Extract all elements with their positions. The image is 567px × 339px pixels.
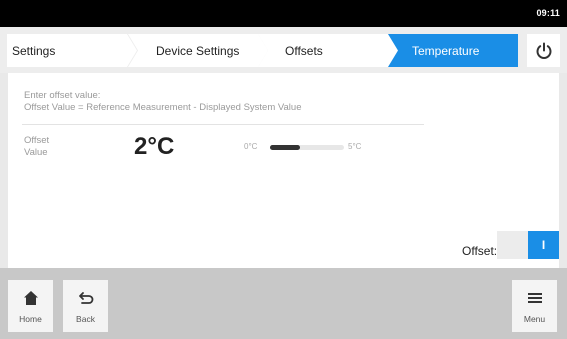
breadcrumb-device-settings[interactable]: Device Settings: [128, 34, 268, 67]
home-icon: [23, 289, 39, 307]
back-arrow-icon: [78, 289, 94, 307]
power-icon: [536, 42, 551, 59]
range-max-label: 5°C: [348, 142, 362, 151]
offset-toggle-label: Offset:: [462, 244, 498, 258]
breadcrumb-temperature[interactable]: Temperature: [388, 34, 518, 67]
breadcrumb-offsets[interactable]: Offsets: [258, 34, 398, 67]
status-bar: 09:11: [0, 0, 567, 27]
home-button[interactable]: Home: [8, 280, 53, 332]
offset-panel: Enter offset value: Offset Value = Refer…: [8, 73, 559, 268]
bottom-bar: Home Back Menu: [0, 268, 567, 339]
clock: 09:11: [536, 8, 560, 18]
offset-toggle[interactable]: I: [497, 231, 559, 259]
menu-label: Menu: [523, 314, 546, 324]
breadcrumb-label: Settings: [12, 43, 56, 58]
back-button[interactable]: Back: [63, 280, 108, 332]
toggle-off-segment[interactable]: [497, 231, 528, 259]
divider: [22, 124, 424, 125]
offset-value-label: Offset Value: [24, 135, 49, 159]
home-label: Home: [19, 314, 42, 324]
toggle-on-segment[interactable]: I: [528, 231, 559, 259]
offset-value-display[interactable]: 2°C: [134, 133, 174, 161]
breadcrumb-label: Temperature: [412, 43, 480, 58]
instruction-line: Enter offset value:: [24, 90, 101, 101]
range-min-label: 0°C: [244, 142, 258, 151]
label-line: Offset: [24, 135, 50, 146]
breadcrumb-label: Offsets: [285, 43, 323, 58]
hamburger-icon: [527, 289, 543, 307]
power-button[interactable]: [527, 34, 560, 67]
menu-button[interactable]: Menu: [512, 280, 557, 332]
instruction-formula: Offset Value = Reference Measurement - D…: [24, 102, 302, 113]
instruction-text: Enter offset value: Offset Value = Refer…: [24, 90, 301, 114]
back-label: Back: [76, 314, 95, 324]
label-line: Value: [24, 147, 48, 158]
offset-slider[interactable]: [270, 145, 344, 150]
breadcrumb-settings[interactable]: Settings: [7, 34, 137, 67]
breadcrumb-label: Device Settings: [156, 43, 240, 58]
slider-fill: [270, 145, 300, 150]
breadcrumb: Settings Offsets Device Settings Tempera…: [0, 27, 567, 73]
